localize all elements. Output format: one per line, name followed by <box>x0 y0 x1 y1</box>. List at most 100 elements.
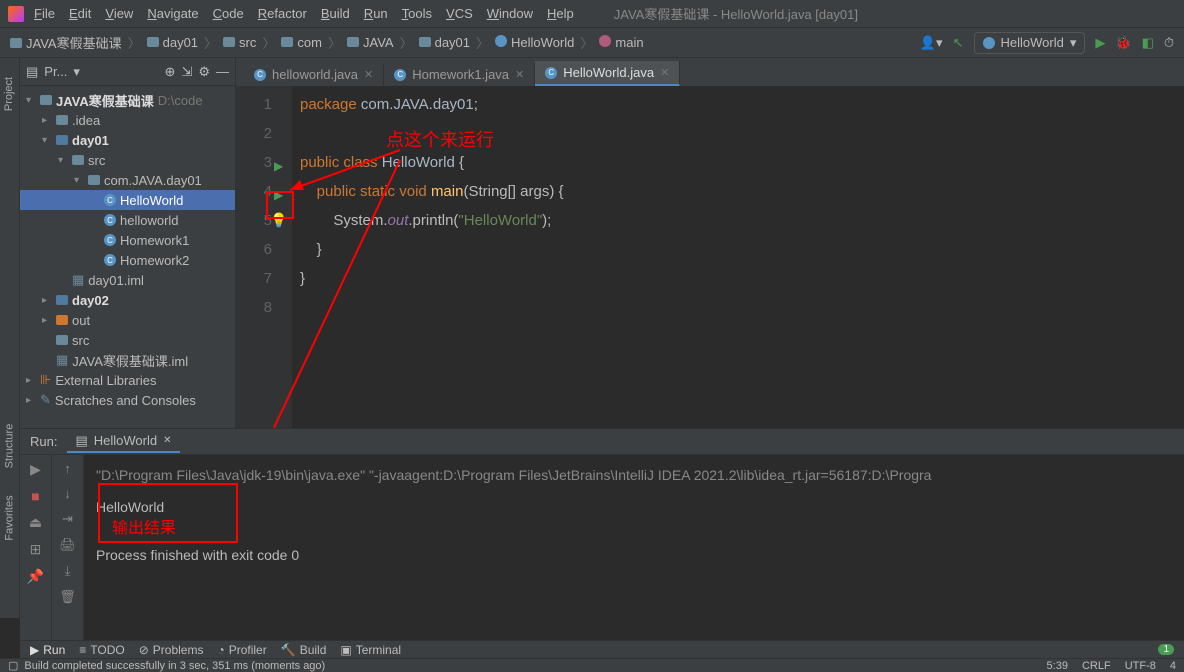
file-icon: ▦ <box>72 272 84 288</box>
gear-icon[interactable]: ⚙ <box>198 64 210 80</box>
bottom-tab-build[interactable]: 🔨 Build <box>281 643 327 657</box>
menu-run[interactable]: Run <box>364 6 388 21</box>
menu-refactor[interactable]: Refactor <box>258 6 307 21</box>
side-tab-favorites[interactable]: Favorites <box>4 495 16 540</box>
tree-item[interactable]: C HelloWorld <box>20 190 235 210</box>
folder-icon <box>56 315 68 325</box>
up-icon[interactable]: ↑ <box>64 461 71 476</box>
code-editor[interactable]: 12▶3▶45678 package com.JAVA.day01; public… <box>236 86 1184 428</box>
tree-item[interactable]: ▸ day02 <box>20 290 235 310</box>
stop-button[interactable]: ■ <box>31 488 39 504</box>
back-arrow-icon[interactable]: ↖ <box>953 35 964 51</box>
menu-window[interactable]: Window <box>487 6 533 21</box>
console-output[interactable]: "D:\Program Files\Java\jdk-19\bin\java.e… <box>84 455 1184 640</box>
profiler-button[interactable]: ⏱ <box>1164 35 1174 51</box>
code-line[interactable]: } <box>300 235 1176 264</box>
code-line[interactable]: 💡 System.out.println("HelloWorld"); <box>300 206 1176 235</box>
menu-tools[interactable]: Tools <box>402 6 432 21</box>
tree-item[interactable]: ▾ src <box>20 150 235 170</box>
menu-build[interactable]: Build <box>321 6 350 21</box>
breadcrumb-item[interactable]: com <box>281 35 322 50</box>
expand-icon[interactable]: ⇲ <box>181 64 192 80</box>
project-view-label[interactable]: Pr... <box>44 64 67 79</box>
project-view-icon[interactable]: ▤ <box>26 64 38 80</box>
tree-item[interactable]: C Homework2 <box>20 250 235 270</box>
bottom-tab-profiler[interactable]: ◔ Profiler <box>217 643 266 657</box>
tree-item[interactable]: src <box>20 330 235 350</box>
tree-item[interactable]: C helloworld <box>20 210 235 230</box>
run-button[interactable]: ▶ <box>1095 35 1105 51</box>
down-icon[interactable]: ↓ <box>64 486 71 501</box>
editor-tab[interactable]: CHelloWorld.java✕ <box>535 61 680 86</box>
breadcrumb-item[interactable]: JAVA <box>347 35 394 50</box>
file-icon: ▦ <box>56 352 68 368</box>
tree-item[interactable]: ▸✎ Scratches and Consoles <box>20 390 235 410</box>
run-tab[interactable]: ▤ HelloWorld ✕ <box>67 431 179 453</box>
user-icon[interactable]: 👤▾ <box>920 35 943 51</box>
wrap-icon[interactable]: ⇥ <box>62 511 73 527</box>
class-icon: C <box>104 234 116 246</box>
folder-icon <box>223 37 235 47</box>
menu-help[interactable]: Help <box>547 6 574 21</box>
menu-file[interactable]: File <box>34 6 55 21</box>
breadcrumb-item[interactable]: main <box>599 35 643 50</box>
layout-button[interactable]: ⊞ <box>30 541 42 558</box>
breadcrumb-item[interactable]: JAVA寒假基础课 <box>10 33 122 52</box>
line-separator[interactable]: CRLF <box>1082 660 1111 672</box>
run-config-selector[interactable]: HelloWorld ▾ <box>974 32 1086 54</box>
tree-item[interactable]: ▾ com.JAVA.day01 <box>20 170 235 190</box>
editor-tab[interactable]: CHomework1.java✕ <box>384 63 535 86</box>
menu-code[interactable]: Code <box>213 6 244 21</box>
tree-item[interactable]: ▸⊪ External Libraries <box>20 370 235 390</box>
bottom-tab-run[interactable]: ▶ Run <box>30 643 65 657</box>
debug-button[interactable]: 🐞 <box>1115 35 1131 51</box>
chevron-down-icon[interactable]: ▾ <box>73 64 80 80</box>
tree-item[interactable]: ▦ JAVA寒假基础课.iml <box>20 350 235 370</box>
bottom-tab-todo[interactable]: ≡ TODO <box>79 643 124 657</box>
tree-item[interactable]: ▸ .idea <box>20 110 235 130</box>
gutter-run-icon[interactable]: ▶ <box>274 152 283 181</box>
code-line[interactable]: public static void main(String[] args) { <box>300 177 1176 206</box>
rerun-button[interactable]: ▶ <box>30 461 41 478</box>
breadcrumb-item[interactable]: day01 <box>419 35 470 50</box>
hide-icon[interactable]: — <box>216 64 229 79</box>
bottom-tab-terminal[interactable]: ▣ Terminal <box>340 643 401 657</box>
side-tab-structure[interactable]: Structure <box>4 424 16 469</box>
tree-item[interactable]: ▾ day01 <box>20 130 235 150</box>
editor-tab[interactable]: Chelloworld.java✕ <box>244 63 384 86</box>
status-icon[interactable]: ▢ <box>8 659 18 672</box>
side-tab-project[interactable]: Project <box>4 77 16 111</box>
close-icon[interactable]: ✕ <box>660 66 669 79</box>
code-line[interactable]: } <box>300 264 1176 293</box>
print-icon[interactable]: 🖨 <box>59 537 76 553</box>
exit-button[interactable]: ⏏ <box>29 514 42 531</box>
event-log-badge[interactable]: 1 <box>1158 644 1174 655</box>
tree-item[interactable]: C Homework1 <box>20 230 235 250</box>
close-icon[interactable]: ✕ <box>364 68 373 81</box>
menu-edit[interactable]: Edit <box>69 6 91 21</box>
breadcrumb-item[interactable]: HelloWorld <box>495 35 574 50</box>
file-encoding[interactable]: UTF-8 <box>1125 660 1156 672</box>
clear-icon[interactable]: 🗑 <box>59 589 76 605</box>
breadcrumb-item[interactable]: src <box>223 35 256 50</box>
close-icon[interactable]: ✕ <box>163 435 171 446</box>
coverage-button[interactable]: ◧ <box>1142 35 1154 51</box>
locate-icon[interactable]: ⊕ <box>165 64 176 80</box>
caret-position[interactable]: 5:39 <box>1047 660 1068 672</box>
tree-item[interactable]: ▦ day01.iml <box>20 270 235 290</box>
tree-item[interactable]: ▸ out <box>20 310 235 330</box>
menu-vcs[interactable]: VCS <box>446 6 473 21</box>
pin-button[interactable]: 📌 <box>27 568 44 585</box>
scroll-icon[interactable]: ⤓ <box>65 563 71 579</box>
close-icon[interactable]: ✕ <box>515 68 524 81</box>
menu-navigate[interactable]: Navigate <box>147 6 198 21</box>
gutter[interactable]: 12▶3▶45678 <box>236 86 292 428</box>
tree-root[interactable]: ▾ JAVA寒假基础课 D:\code <box>20 90 235 110</box>
bottom-tab-problems[interactable]: ⊘ Problems <box>139 643 204 657</box>
code-line[interactable]: package com.JAVA.day01; <box>300 90 1176 119</box>
code-line[interactable] <box>300 293 1176 322</box>
project-tree[interactable]: ▾ JAVA寒假基础课 D:\code▸ .idea▾ day01▾ src▾ … <box>20 86 235 414</box>
indent-label[interactable]: 4 <box>1170 660 1176 672</box>
breadcrumb-item[interactable]: day01 <box>147 35 198 50</box>
menu-view[interactable]: View <box>105 6 133 21</box>
